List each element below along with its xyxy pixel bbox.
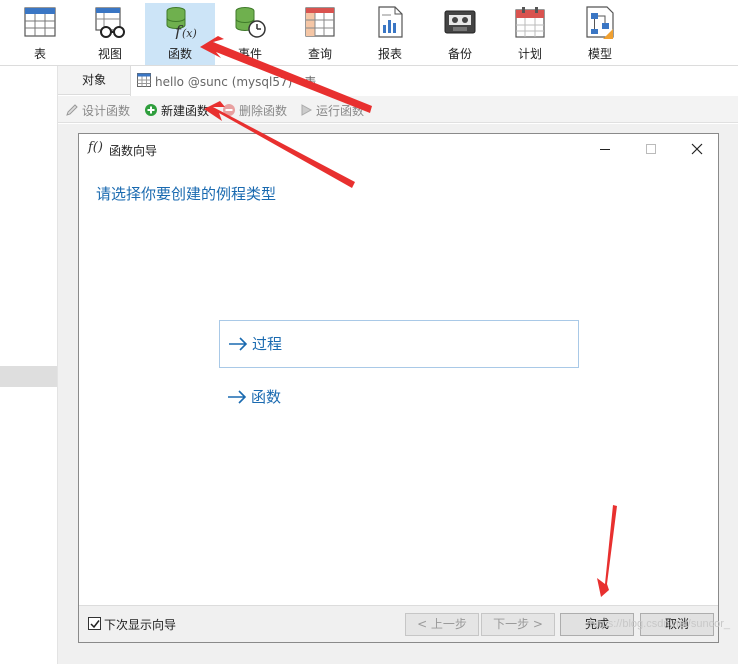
- svg-text:(x): (x): [182, 27, 197, 39]
- ribbon-button-report[interactable]: 报表: [355, 3, 425, 65]
- ribbon-label-view: 视图: [97, 47, 122, 61]
- tab-connection-table[interactable]: hello @sunc (mysql57) - 表: [130, 66, 738, 96]
- tab-objects[interactable]: 对象: [58, 66, 130, 95]
- query-grid-icon: [305, 7, 335, 37]
- dialog-title: 函数向导: [109, 144, 158, 158]
- connection-navigator[interactable]: [0, 66, 58, 664]
- choice-procedure-label: 过程: [252, 335, 283, 353]
- ribbon-button-view[interactable]: 视图: [75, 3, 145, 65]
- ribbon-button-backup[interactable]: 备份: [425, 3, 495, 65]
- tab-connection-label: hello @sunc (mysql57) - 表: [155, 75, 317, 89]
- ribbon-label-backup: 备份: [447, 47, 472, 61]
- ribbon-label-table: 表: [33, 47, 46, 61]
- tab-bar: 对象 hello @sunc (mysql57) - 表: [58, 66, 738, 96]
- play-icon: [301, 104, 313, 116]
- pencil-icon: [66, 104, 78, 116]
- wizard-heading: 请选择你要创建的例程类型: [96, 185, 277, 203]
- navigator-selected-row[interactable]: [0, 366, 57, 387]
- delete-function-label: 删除函数: [239, 104, 288, 118]
- ribbon-label-query: 查询: [307, 47, 332, 61]
- design-function-label: 设计函数: [82, 104, 131, 118]
- arrow-right-icon: [228, 390, 247, 404]
- function-fx-icon: f(): [88, 140, 103, 155]
- run-function-label: 运行函数: [316, 104, 365, 118]
- dialog-title-bar[interactable]: f() 函数向导: [79, 134, 718, 164]
- choice-function[interactable]: 函数: [219, 374, 579, 422]
- delete-function-button[interactable]: 删除函数: [222, 101, 302, 119]
- event-clock-icon: [235, 7, 266, 38]
- table-icon: [137, 73, 151, 87]
- model-diagram-icon: [586, 6, 614, 39]
- show-wizard-label: 下次显示向导: [104, 618, 177, 632]
- next-step-button[interactable]: 下一步 >: [481, 613, 555, 636]
- main-ribbon-toolbar: 表 视图 f (x) 函数 事件 查询 报表 备份 计划 模型: [0, 0, 738, 66]
- choice-procedure[interactable]: 过程: [219, 320, 579, 368]
- ribbon-button-model[interactable]: 模型: [565, 3, 635, 65]
- new-function-button[interactable]: 新建函数: [144, 101, 224, 119]
- ribbon-label-schedule: 计划: [517, 47, 542, 61]
- maximize-button[interactable]: [628, 134, 674, 164]
- choice-function-label: 函数: [251, 388, 282, 406]
- close-button[interactable]: [674, 134, 720, 164]
- ribbon-label-function: 函数: [167, 47, 192, 61]
- function-wizard-dialog: f() 函数向导 请选择你要创建的例程类型 过程 函数 下次显示向导 < 上一步…: [78, 133, 719, 643]
- watermark-text: https://blog.csdn.net/suncor_: [589, 618, 730, 630]
- ribbon-button-query[interactable]: 查询: [285, 3, 355, 65]
- run-function-button[interactable]: 运行函数: [299, 101, 379, 119]
- checkmark-icon: [90, 620, 100, 629]
- function-db-icon: f (x): [166, 7, 197, 39]
- report-document-icon: [378, 6, 403, 38]
- minimize-button[interactable]: [582, 134, 628, 164]
- ribbon-button-event[interactable]: 事件: [215, 3, 285, 65]
- table-icon: [24, 7, 56, 37]
- ribbon-label-report: 报表: [377, 47, 402, 61]
- ribbon-button-table[interactable]: 表: [5, 3, 75, 65]
- backup-tape-icon: [444, 10, 476, 34]
- ribbon-button-schedule[interactable]: 计划: [495, 3, 565, 65]
- maximize-icon: [646, 144, 656, 154]
- show-wizard-checkbox[interactable]: [88, 617, 101, 630]
- ribbon-button-function[interactable]: f (x) 函数: [145, 3, 215, 65]
- new-function-label: 新建函数: [161, 104, 210, 118]
- add-plus-icon: [145, 104, 157, 116]
- prev-step-button[interactable]: < 上一步: [405, 613, 479, 636]
- view-glasses-icon: [95, 7, 125, 38]
- object-toolbar: 设计函数 新建函数 删除函数 运行函数: [58, 96, 738, 123]
- ribbon-label-event: 事件: [237, 47, 262, 61]
- remove-minus-icon: [223, 104, 235, 116]
- close-icon: [691, 143, 703, 155]
- design-function-button[interactable]: 设计函数: [65, 101, 145, 119]
- ribbon-label-model: 模型: [587, 47, 612, 61]
- arrow-right-icon: [229, 337, 248, 351]
- minimize-icon: [600, 149, 610, 150]
- calendar-icon: [515, 7, 545, 38]
